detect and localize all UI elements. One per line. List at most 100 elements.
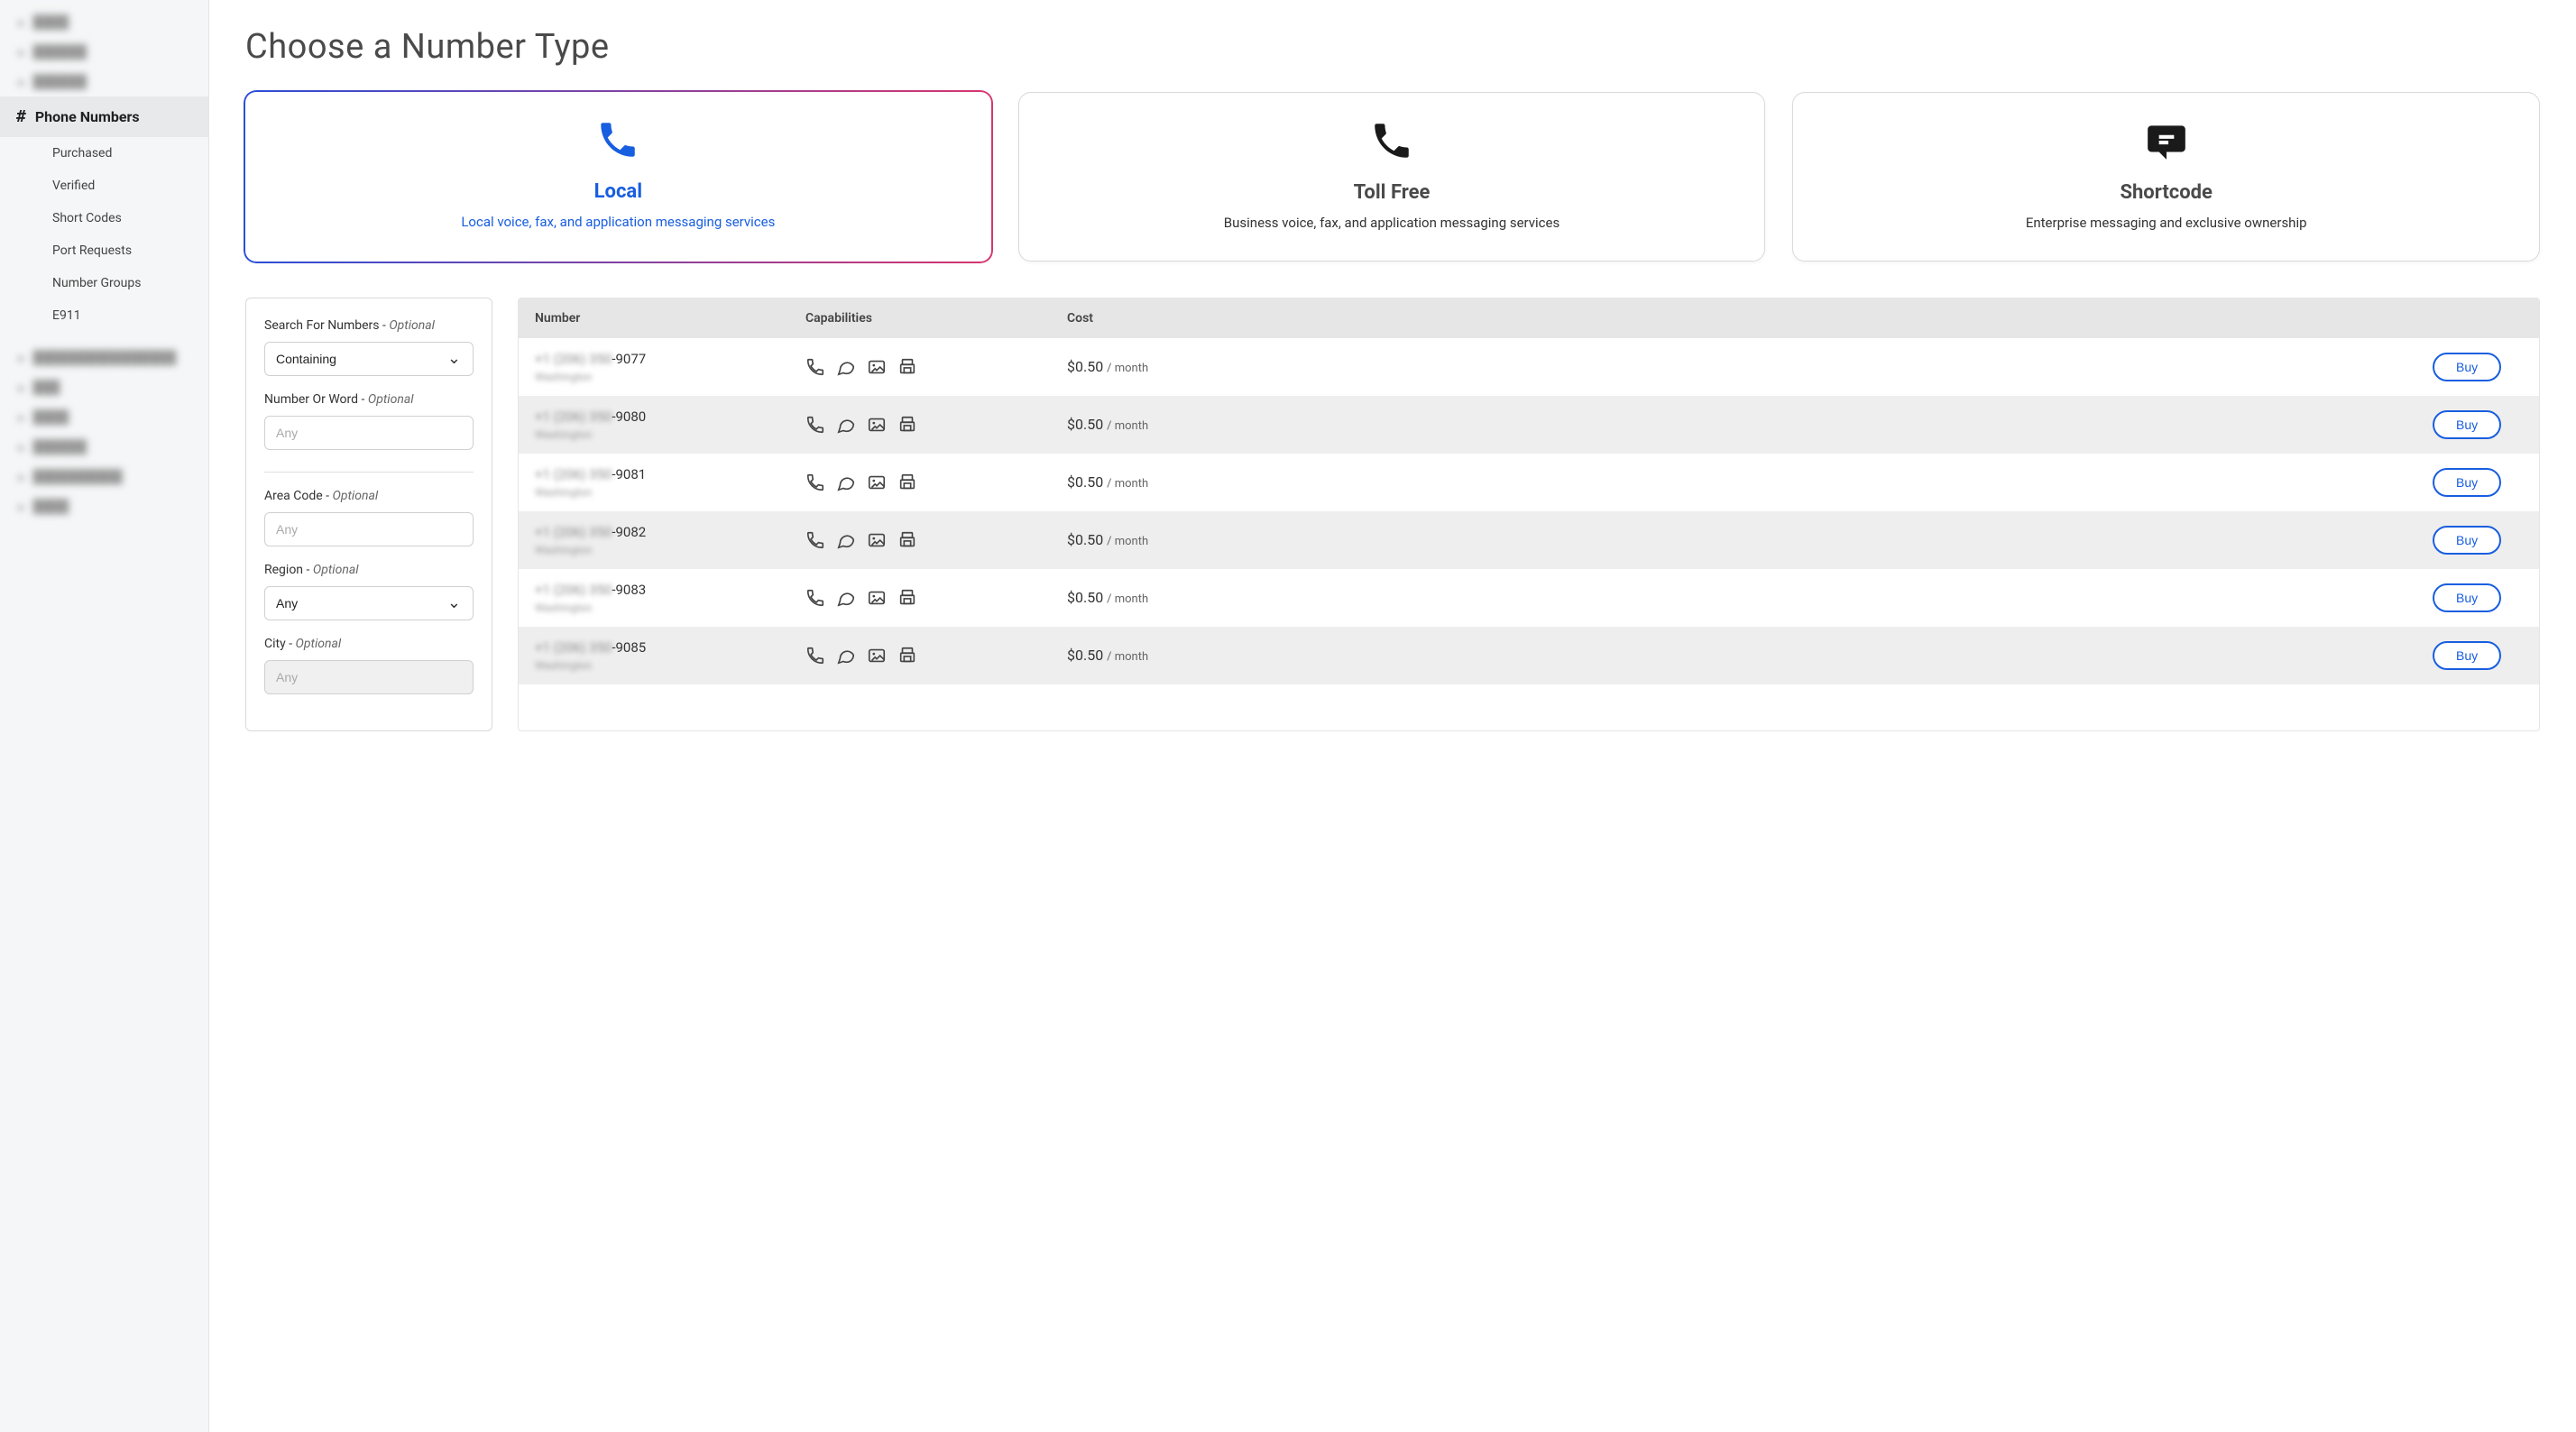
phone-icon	[267, 117, 970, 166]
area-code-label: Area Code - Optional	[264, 489, 474, 503]
mms-icon	[867, 588, 887, 608]
sidebar-item-verified[interactable]: Verified	[0, 170, 208, 202]
page-title: Choose a Number Type	[245, 27, 2540, 67]
sidebar: ████ ██████ ██████ # Phone Numbers Purch…	[0, 0, 209, 1432]
mms-icon	[867, 357, 887, 377]
price: $0.50	[1067, 647, 1103, 664]
number-label: Number Or Word - Optional	[264, 392, 474, 407]
price: $0.50	[1067, 531, 1103, 548]
table-row: +1 (206) 350-9083Washington $0.50 / month…	[519, 569, 2539, 627]
card-title: Local	[267, 180, 970, 203]
price: $0.50	[1067, 589, 1103, 606]
sidebar-item-short-codes[interactable]: Short Codes	[0, 202, 208, 234]
card-description: Business voice, fax, and application mes…	[1041, 213, 1743, 234]
buy-button[interactable]: Buy	[2433, 583, 2501, 612]
sms-icon	[836, 357, 856, 377]
sms-icon	[836, 588, 856, 608]
mms-icon	[867, 530, 887, 550]
cell-cost: $0.50 / month	[1067, 589, 2433, 606]
number-suffix: -9082	[612, 524, 646, 540]
sms-icon	[836, 415, 856, 435]
numbers-table: Number Capabilities Cost +1 (206) 350-90…	[518, 298, 2540, 731]
cell-number: +1 (206) 350-9081Washington	[535, 466, 805, 499]
sidebar-item-blur: ██████	[0, 37, 208, 67]
cell-capabilities	[805, 473, 1067, 492]
filter-panel: Search For Numbers - Optional Containing…	[245, 298, 492, 731]
price: $0.50	[1067, 473, 1103, 491]
sidebar-item-blur: ██████████	[0, 462, 208, 491]
cell-number: +1 (206) 350-9082Washington	[535, 524, 805, 556]
voice-icon	[805, 588, 825, 608]
city-label: City - Optional	[264, 637, 474, 651]
card-title: Toll Free	[1041, 181, 1743, 204]
sidebar-item-blur: ████████████████	[0, 343, 208, 372]
buy-button[interactable]: Buy	[2433, 641, 2501, 670]
optional-hint: Optional	[333, 489, 379, 503]
number-input[interactable]	[264, 416, 474, 450]
cell-number: +1 (206) 350-9077Washington	[535, 351, 805, 383]
price-period: / month	[1107, 362, 1148, 375]
sidebar-item-number-groups[interactable]: Number Groups	[0, 267, 208, 299]
optional-hint: Optional	[313, 563, 359, 577]
cell-capabilities	[805, 415, 1067, 435]
city-label-text: City -	[264, 637, 296, 651]
search-mode-select[interactable]: Containing	[264, 342, 474, 376]
cell-cost: $0.50 / month	[1067, 416, 2433, 433]
price-period: / month	[1107, 535, 1148, 548]
sidebar-item-e911[interactable]: E911	[0, 299, 208, 332]
fax-icon	[897, 530, 917, 550]
table-row: +1 (206) 350-9077Washington $0.50 / month…	[519, 338, 2539, 396]
cell-number: +1 (206) 350-9080Washington	[535, 408, 805, 441]
card-title: Shortcode	[1815, 181, 2517, 204]
sidebar-section-phone-numbers[interactable]: # Phone Numbers	[0, 96, 208, 137]
sidebar-item-blur: ███	[0, 372, 208, 402]
card-description: Enterprise messaging and exclusive owner…	[1815, 213, 2517, 234]
cell-cost: $0.50 / month	[1067, 473, 2433, 491]
city-input	[264, 660, 474, 694]
cell-cost: $0.50 / month	[1067, 358, 2433, 375]
area-code-input[interactable]	[264, 512, 474, 546]
hash-icon: #	[16, 107, 26, 126]
col-header-number: Number	[535, 311, 805, 326]
number-suffix: -9085	[612, 639, 646, 656]
optional-hint: Optional	[368, 392, 414, 407]
mms-icon	[867, 646, 887, 666]
number-suffix: -9077	[612, 351, 646, 367]
voice-icon	[805, 473, 825, 492]
sidebar-item-purchased[interactable]: Purchased	[0, 137, 208, 170]
card-local[interactable]: Local Local voice, fax, and application m…	[245, 92, 991, 262]
cell-capabilities	[805, 646, 1067, 666]
card-description: Local voice, fax, and application messag…	[267, 212, 970, 233]
col-header-cost: Cost	[1067, 311, 2433, 326]
price-period: / month	[1107, 650, 1148, 664]
buy-button[interactable]: Buy	[2433, 526, 2501, 555]
cell-capabilities	[805, 357, 1067, 377]
voice-icon	[805, 415, 825, 435]
price-period: / month	[1107, 419, 1148, 433]
fax-icon	[897, 473, 917, 492]
number-label-text: Number Or Word -	[264, 392, 368, 407]
voice-icon	[805, 530, 825, 550]
table-header: Number Capabilities Cost	[519, 298, 2539, 338]
voice-icon	[805, 357, 825, 377]
cell-cost: $0.50 / month	[1067, 647, 2433, 664]
mms-icon	[867, 415, 887, 435]
sidebar-item-port-requests[interactable]: Port Requests	[0, 234, 208, 267]
region-select[interactable]: Any	[264, 586, 474, 620]
buy-button[interactable]: Buy	[2433, 410, 2501, 439]
divider	[264, 472, 474, 473]
price: $0.50	[1067, 416, 1103, 433]
cell-number: +1 (206) 350-9083Washington	[535, 582, 805, 614]
sidebar-item-blur: ████	[0, 7, 208, 37]
table-row: +1 (206) 350-9085Washington$0.50 / month…	[519, 627, 2539, 684]
card-toll-free[interactable]: Toll Free Business voice, fax, and applic…	[1018, 92, 1766, 262]
buy-button[interactable]: Buy	[2433, 353, 2501, 381]
region-label: Region - Optional	[264, 563, 474, 577]
sidebar-section-label: Phone Numbers	[35, 108, 140, 125]
number-suffix: -9081	[612, 466, 646, 482]
price-period: / month	[1107, 592, 1148, 606]
col-header-capabilities: Capabilities	[805, 311, 1067, 326]
buy-button[interactable]: Buy	[2433, 468, 2501, 497]
voice-icon	[805, 646, 825, 666]
card-shortcode[interactable]: Shortcode Enterprise messaging and exclus…	[1792, 92, 2540, 262]
